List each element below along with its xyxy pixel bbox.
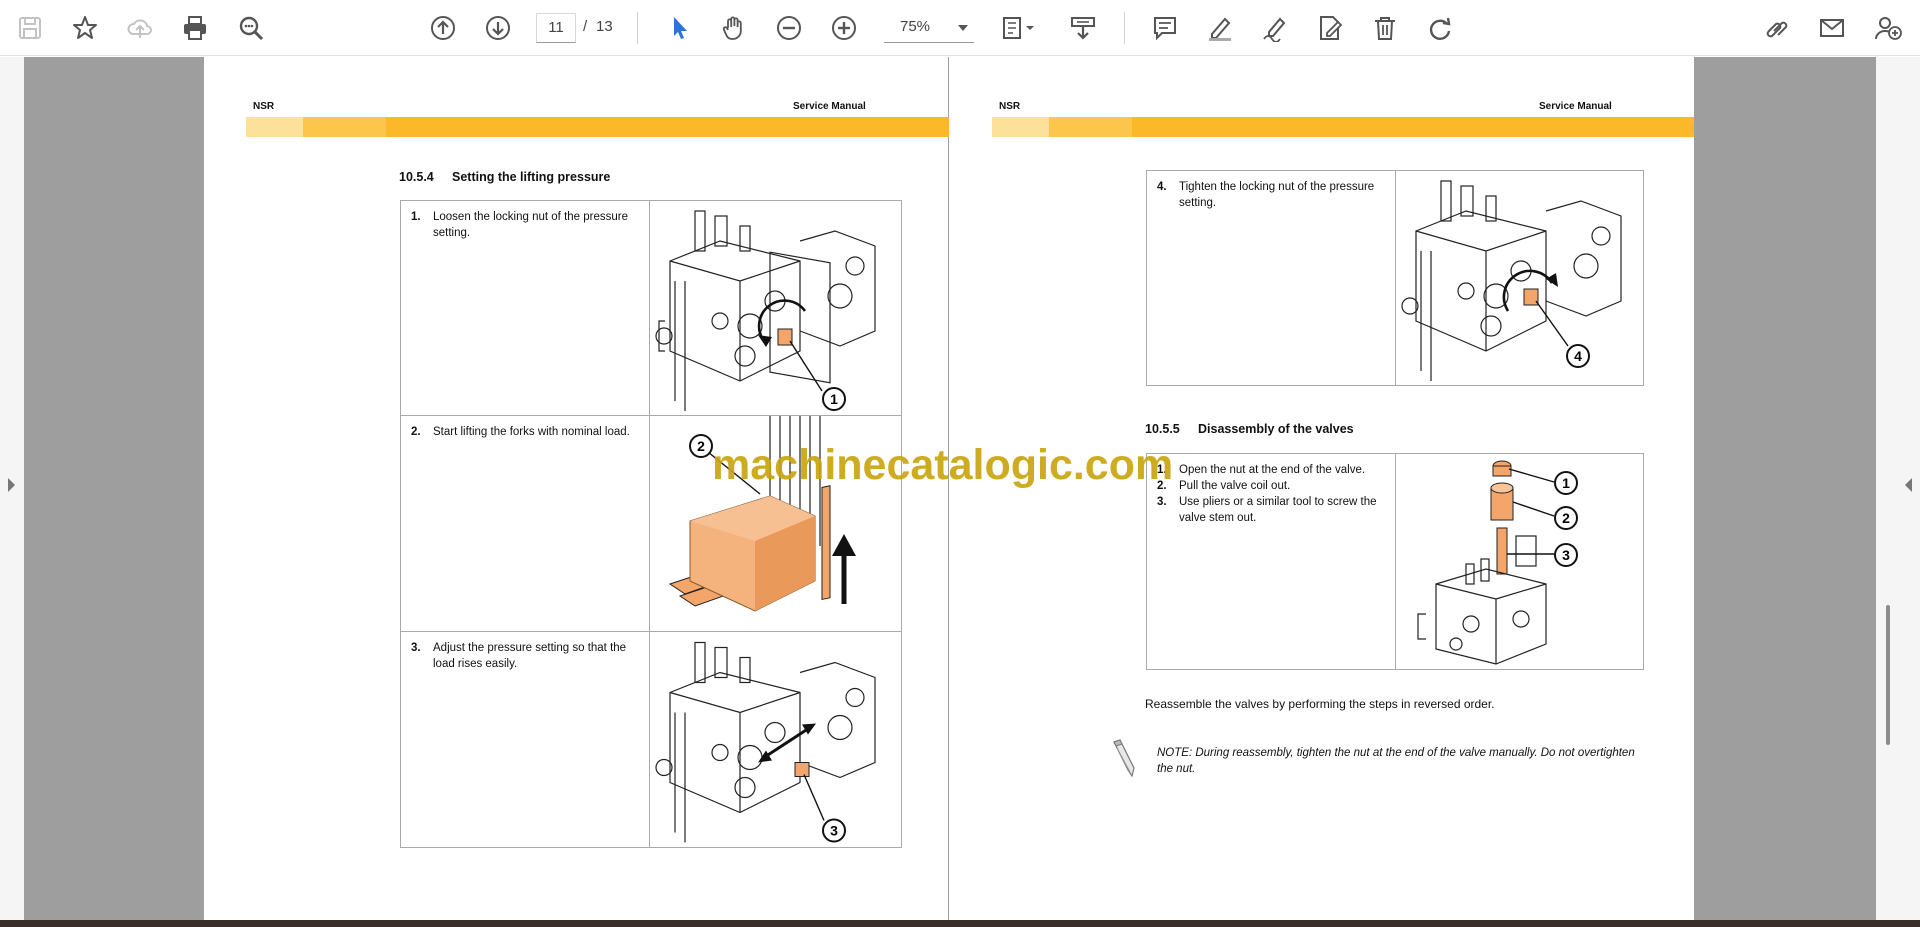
header-model: NSR (253, 101, 275, 112)
page-down-icon[interactable] (480, 10, 516, 46)
section-heading: 10.5.5 Disassembly of the valves (1145, 422, 1354, 436)
steps-table: 4. Tighten the locking nut of the pressur… (1146, 170, 1644, 386)
valve-illustration: 4 (1396, 171, 1643, 385)
callout-3: 3 (1562, 547, 1570, 563)
step-text: Adjust the pressure setting so that the … (433, 642, 627, 670)
step-number: 1. (411, 211, 421, 223)
callout-1: 1 (1562, 475, 1570, 491)
reassemble-paragraph: Reassemble the valves by performing the … (1145, 697, 1495, 711)
zoom-search-icon[interactable] (233, 10, 269, 46)
select-cursor-icon[interactable] (661, 10, 697, 46)
step-text: Start lifting the forks with nominal loa… (433, 426, 630, 438)
highlight-pen-icon[interactable] (1202, 10, 1238, 46)
step-number: 3. (1157, 496, 1167, 508)
toolbar: 11 / 13 75% (0, 0, 1920, 56)
redo-icon[interactable] (1422, 10, 1458, 46)
current-page-input[interactable]: 11 (536, 13, 576, 43)
toolbar-divider (1124, 12, 1125, 44)
hand-pan-icon[interactable] (716, 10, 752, 46)
fit-page-icon[interactable] (995, 10, 1041, 46)
section-title: Setting the lifting pressure (452, 170, 611, 184)
right-panel-strip (1876, 57, 1920, 920)
cloud-upload-icon[interactable] (122, 10, 158, 46)
header-color-band (992, 117, 1694, 137)
comment-icon[interactable] (1147, 10, 1183, 46)
toolbar-divider (637, 12, 638, 44)
section-number: 10.5.5 (1145, 422, 1180, 436)
zoom-out-icon[interactable] (771, 10, 807, 46)
zoom-select[interactable]: 75% (884, 13, 974, 43)
window-bottom-edge (0, 920, 1920, 927)
table-row: 1. Loosen the locking nut of the pressure… (401, 201, 901, 416)
steps-table-frame: 1. Loosen the locking nut of the pressure… (400, 200, 902, 848)
step-number: 4. (1157, 181, 1167, 193)
step-cell: 1. Open the nut at the end of the valve. … (1147, 454, 1396, 669)
valve-exploded-illustration: 1 2 3 (1396, 454, 1643, 669)
step-text: Loosen the locking nut of the pressure s… (433, 211, 628, 239)
table-row: 1. Open the nut at the end of the valve. … (1147, 454, 1643, 669)
print-icon[interactable] (177, 10, 213, 46)
edit-text-icon[interactable] (1312, 10, 1348, 46)
chevron-down-icon (958, 25, 968, 31)
step-text: Pull the valve coil out. (1179, 480, 1291, 492)
delete-icon[interactable] (1367, 10, 1403, 46)
section-title: Disassembly of the valves (1198, 422, 1354, 436)
step-cell: 2. Start lifting the forks with nominal l… (401, 416, 650, 631)
page-up-icon[interactable] (425, 10, 461, 46)
step-text: Tighten the locking nut of the pressure … (1179, 181, 1375, 209)
email-icon[interactable] (1814, 10, 1850, 46)
callout-2: 2 (697, 438, 705, 454)
document-viewer[interactable]: NSR Service Manual 10.5.4 Setting the lif… (0, 57, 1920, 927)
expand-left-panel-icon[interactable] (8, 478, 15, 492)
viewer-background (1694, 57, 1876, 920)
note-text: NOTE: During reassembly, tighten the nut… (1157, 747, 1635, 775)
valve-illustration: 3 (650, 632, 901, 847)
zoom-value: 75% (900, 18, 931, 35)
header-color-band (246, 117, 949, 137)
watermark: machinecatalogic.com (712, 441, 1174, 489)
bookmark-star-icon[interactable] (67, 10, 103, 46)
table-row: 4. Tighten the locking nut of the pressur… (1147, 171, 1643, 385)
header-model: NSR (999, 101, 1021, 112)
zoom-in-icon[interactable] (826, 10, 862, 46)
step-text: Use pliers or a similar tool to screw th… (1179, 496, 1377, 524)
note-pencil-icon (1113, 739, 1135, 778)
steps-table: 1. Open the nut at the end of the valve. … (1146, 453, 1644, 670)
step-cell: 4. Tighten the locking nut of the pressur… (1147, 171, 1396, 385)
step-number: 3. (411, 642, 421, 654)
valve-illustration: 1 (650, 201, 901, 415)
draw-sign-icon[interactable] (1257, 10, 1293, 46)
step-cell: 1. Loosen the locking nut of the pressure… (401, 201, 650, 415)
table-row: 3. Adjust the pressure setting so that th… (401, 632, 901, 847)
step-text: Open the nut at the end of the valve. (1179, 464, 1366, 476)
step-number: 2. (411, 426, 421, 438)
callout-1: 1 (830, 391, 838, 407)
callout-3: 3 (830, 823, 838, 839)
expand-right-panel-icon[interactable] (1905, 478, 1912, 492)
page-separator: / (583, 18, 588, 35)
share-link-icon[interactable] (1759, 10, 1795, 46)
total-pages: 13 (596, 18, 613, 35)
scroll-mode-icon[interactable] (1065, 10, 1101, 46)
header-manual-title: Service Manual (1539, 101, 1612, 112)
callout-2: 2 (1562, 510, 1570, 526)
vertical-scrollbar[interactable] (1886, 605, 1890, 745)
section-number: 10.5.4 (399, 170, 434, 184)
callout-4: 4 (1574, 348, 1582, 364)
save-icon[interactable] (12, 10, 48, 46)
step-cell: 3. Adjust the pressure setting so that th… (401, 632, 650, 847)
section-heading: 10.5.4 Setting the lifting pressure (399, 170, 610, 184)
add-user-icon[interactable] (1870, 10, 1906, 46)
header-manual-title: Service Manual (793, 101, 866, 112)
viewer-background (24, 57, 204, 920)
